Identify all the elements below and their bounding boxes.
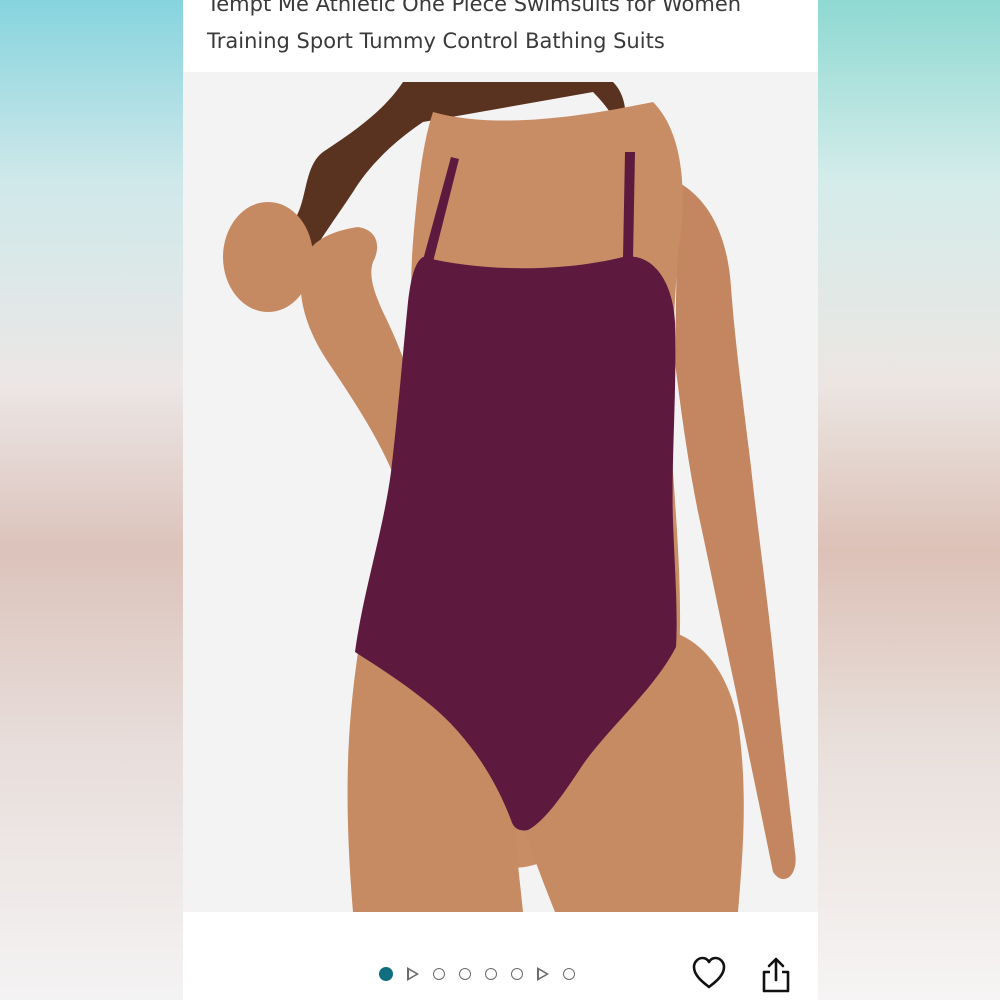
product-image[interactable] [183,72,818,912]
product-title: Tempt Me Athletic One Piece Swimsuits fo… [207,0,742,53]
strap-right [623,152,635,260]
left-hand [223,202,313,312]
heart-icon[interactable] [691,956,727,994]
indicator-dot[interactable] [563,968,575,980]
share-icon[interactable] [759,956,793,998]
gallery-controls [183,912,818,1000]
swimsuit-model-illustration [223,82,796,912]
indicator-dot[interactable] [433,968,445,980]
indicator-dot[interactable] [485,968,497,980]
blurred-background-left [0,0,183,1000]
indicator-dot-active[interactable] [379,967,393,981]
product-card: Tempt Me Athletic One Piece Swimsuits fo… [183,0,818,1000]
image-indicators [379,964,575,984]
indicator-dot[interactable] [511,968,523,980]
video-indicator-icon[interactable] [407,967,419,981]
indicator-dot[interactable] [459,968,471,980]
video-indicator-icon[interactable] [537,967,549,981]
blurred-background-right [818,0,1000,1000]
